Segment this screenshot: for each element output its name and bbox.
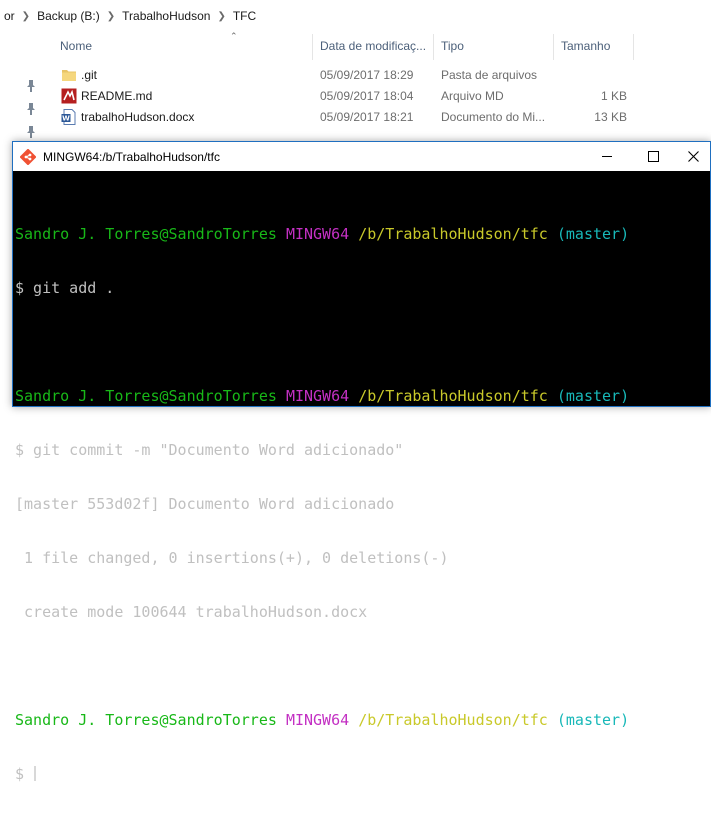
file-size: 13 KB	[594, 110, 627, 124]
sort-ascending-icon: ⌃	[230, 31, 238, 41]
prompt-branch: (master)	[556, 711, 630, 729]
command-line: $ git commit -m "Documento Word adiciona…	[15, 441, 404, 459]
markdown-file-icon	[61, 88, 77, 104]
navigation-pane	[0, 32, 44, 142]
prompt-path: /b/TrabalhoHudson/tfc	[358, 225, 548, 243]
file-type: Pasta de arquivos	[441, 68, 538, 82]
chevron-right-icon: ❯	[217, 10, 226, 22]
svg-text:W: W	[62, 115, 70, 123]
text-cursor	[34, 766, 37, 781]
column-header-date[interactable]: Data de modificaç...	[320, 39, 426, 53]
chevron-right-icon: ❯	[106, 10, 116, 22]
terminal-console[interactable]: Sandro J. Torres@SandroTorres MINGW64 /b…	[13, 171, 710, 783]
breadcrumb: or ❯ Backup (B:) ❯ TrabalhoHudson ❯ TFC	[0, 0, 711, 33]
prompt-user: Sandro J. Torres@SandroTorres	[15, 225, 277, 243]
file-type: Arquivo MD	[441, 89, 504, 103]
file-type: Documento do Mi...	[441, 110, 546, 124]
maximize-button[interactable]	[630, 142, 676, 171]
maximize-icon	[647, 151, 659, 162]
prompt-user: Sandro J. Torres@SandroTorres	[15, 387, 277, 405]
command-line: $ git add .	[15, 279, 115, 297]
column-divider[interactable]	[433, 34, 434, 60]
prompt-line: Sandro J. Torres@SandroTorres MINGW64 /b…	[15, 387, 710, 405]
pin-icon[interactable]	[26, 80, 36, 92]
output-line: create mode 100644 trabalhoHudson.docx	[15, 603, 368, 621]
breadcrumb-item-backup[interactable]: Backup (B:)	[33, 9, 104, 23]
file-date: 05/09/2017 18:29	[320, 68, 414, 82]
terminal-window[interactable]: MINGW64:/b/TrabalhoHudson/tfc Sandro J. …	[12, 141, 711, 783]
folder-icon	[61, 67, 77, 83]
prompt-line: Sandro J. Torres@SandroTorres MINGW64 /b…	[15, 225, 710, 243]
prompt-env: MINGW64	[285, 711, 350, 729]
prompt-env: MINGW64	[285, 387, 350, 405]
file-name: trabalhoHudson.docx	[81, 110, 195, 124]
prompt-branch: (master)	[556, 387, 630, 405]
prompt-path: /b/TrabalhoHudson/tfc	[358, 387, 548, 405]
prompt-branch: (master)	[556, 225, 630, 243]
pin-icon[interactable]	[26, 126, 36, 138]
prompt-env: MINGW64	[285, 225, 350, 243]
file-row[interactable]: W trabalhoHudson.docx 05/09/2017 18:21 D…	[52, 107, 711, 128]
column-divider[interactable]	[553, 34, 554, 60]
column-header-row: ⌃ Nome Data de modificaç... Tipo Tamanho	[52, 31, 711, 60]
minimize-button[interactable]	[584, 142, 630, 171]
word-document-icon: W	[61, 109, 77, 125]
output-line: 1 file changed, 0 insertions(+), 0 delet…	[15, 549, 449, 567]
chevron-right-icon: ❯	[21, 10, 31, 22]
column-divider[interactable]	[633, 34, 634, 60]
git-bash-icon	[19, 148, 37, 166]
terminal-titlebar[interactable]: MINGW64:/b/TrabalhoHudson/tfc	[13, 142, 710, 171]
breadcrumb-item-root[interactable]: or	[0, 9, 19, 23]
file-name: .git	[81, 68, 98, 82]
file-date: 05/09/2017 18:21	[320, 110, 414, 124]
column-header-type[interactable]: Tipo	[441, 39, 464, 53]
file-row[interactable]: README.md 05/09/2017 18:04 Arquivo MD 1 …	[52, 86, 711, 107]
file-name: README.md	[81, 89, 153, 103]
prompt-user: Sandro J. Torres@SandroTorres	[15, 711, 277, 729]
input-line[interactable]: $	[15, 765, 710, 783]
terminal-title: MINGW64:/b/TrabalhoHudson/tfc	[43, 150, 220, 164]
column-header-size[interactable]: Tamanho	[561, 39, 610, 53]
column-divider[interactable]	[312, 34, 313, 60]
breadcrumb-item-tfc[interactable]: TFC	[229, 9, 260, 23]
close-icon	[687, 151, 699, 162]
file-size: 1 KB	[600, 89, 627, 103]
file-date: 05/09/2017 18:04	[320, 89, 414, 103]
minimize-icon	[602, 156, 612, 157]
file-row[interactable]: .git 05/09/2017 18:29 Pasta de arquivos	[52, 65, 711, 86]
output-line: [master 553d02f] Documento Word adiciona…	[15, 495, 395, 513]
pin-icon[interactable]	[26, 103, 36, 115]
column-header-name[interactable]: Nome	[60, 39, 92, 53]
close-button[interactable]	[676, 142, 710, 171]
prompt-line: Sandro J. Torres@SandroTorres MINGW64 /b…	[15, 711, 710, 729]
prompt-char: $	[15, 765, 34, 783]
prompt-path: /b/TrabalhoHudson/tfc	[358, 711, 548, 729]
breadcrumb-item-trabalhohudson[interactable]: TrabalhoHudson	[118, 9, 214, 23]
